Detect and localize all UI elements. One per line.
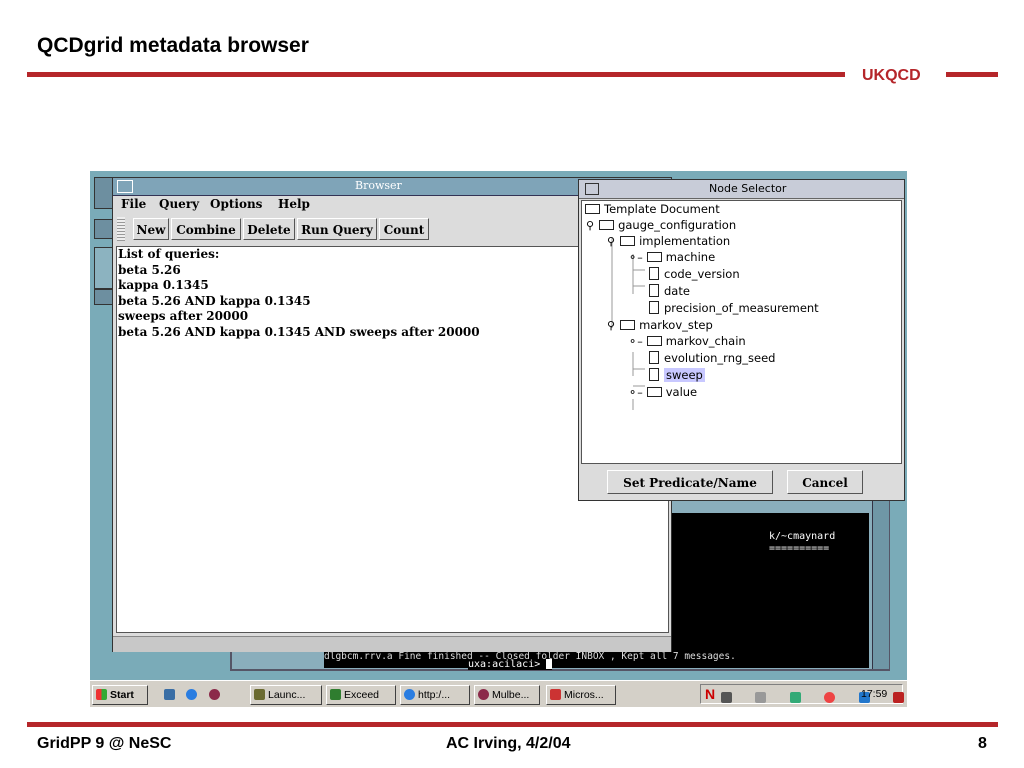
tree-node-implementation[interactable]: ⚲ implementation [607, 233, 730, 249]
run-query-button[interactable]: Run Query [297, 218, 377, 240]
node-selector-titlebar[interactable]: Node Selector [579, 180, 904, 199]
folder-icon [599, 219, 615, 230]
document-icon [649, 284, 659, 297]
folder-icon [585, 203, 600, 214]
window-menu-button[interactable] [585, 183, 599, 195]
collapse-handle-icon[interactable]: ⚬– [628, 386, 643, 399]
desktop-edge-widgets [94, 177, 114, 307]
mulberry-icon[interactable] [208, 689, 220, 701]
tree-node-sweep[interactable]: sweep [649, 367, 705, 383]
tree-node-date[interactable]: date [649, 283, 690, 299]
tree-node-root[interactable]: Template Document [585, 201, 720, 217]
taskbar-item-http[interactable]: http:/... [400, 685, 470, 705]
expand-handle-icon[interactable]: ⚲ [586, 219, 594, 232]
pen-icon[interactable] [893, 692, 905, 704]
expand-handle-icon[interactable]: ⚲ [607, 235, 615, 248]
folder-icon [620, 235, 636, 246]
taskbar-item-launch[interactable]: Launc... [250, 685, 322, 705]
folder-icon [620, 319, 636, 330]
terminal-user-line: k/~cmaynard [769, 531, 836, 542]
antivirus-icon[interactable] [824, 692, 836, 704]
exceed-icon [330, 688, 341, 700]
collapse-handle-icon[interactable]: ⚬– [628, 335, 643, 348]
footer-left: GridPP 9 @ NeSC [37, 735, 172, 752]
launch-icon [254, 688, 265, 700]
taskbar-clock[interactable]: 17:59 [861, 687, 887, 701]
tree-node-markov-step[interactable]: ⚲ markov_step [607, 317, 713, 333]
node-selector-title: Node Selector [709, 182, 787, 195]
terminal-underline: ========== [769, 543, 830, 554]
document-icon [649, 368, 659, 381]
norton-icon[interactable]: N [705, 686, 715, 702]
taskbar: Start Launc... Exceed http:/... Mulbe...… [90, 680, 907, 707]
slide-title: QCDgrid metadata browser [37, 34, 309, 57]
expand-handle-icon[interactable]: ⚲ [607, 319, 615, 332]
count-button[interactable]: Count [379, 218, 429, 240]
menu-query[interactable]: Query [159, 196, 199, 213]
combine-button[interactable]: Combine [171, 218, 241, 240]
window-menu-button[interactable] [117, 180, 133, 193]
network-icon[interactable] [721, 692, 732, 704]
brand-label: UKQCD [862, 67, 921, 84]
new-button[interactable]: New [133, 218, 169, 240]
document-icon [649, 351, 659, 364]
toolbar-grip[interactable] [117, 217, 125, 241]
header-rule-left [27, 72, 845, 77]
powerpoint-icon [550, 688, 561, 700]
start-button[interactable]: Start [92, 685, 148, 705]
folder-icon [646, 251, 662, 262]
desktop-icon[interactable] [164, 689, 175, 701]
desktop-screenshot: k/~cmaynard ========== dlgbcm.rrv.a Fine… [90, 171, 907, 707]
terminal-prompt[interactable]: uxa:acilaci> [468, 659, 553, 670]
folder-icon [646, 335, 662, 346]
mulberry-icon [478, 688, 489, 700]
system-tray: N 17:59 [700, 684, 905, 704]
cancel-button[interactable]: Cancel [787, 470, 863, 494]
tree-node-precision-of-measurement[interactable]: precision_of_measurement [649, 300, 819, 316]
node-selector-button-bar: Set Predicate/Name Cancel [581, 466, 902, 498]
page-number: 8 [978, 735, 987, 752]
selected-node-label: sweep [664, 368, 705, 382]
taskbar-item-mulberry[interactable]: Mulbe... [474, 685, 540, 705]
tree-node-value[interactable]: ⚬– value [628, 384, 697, 400]
footer-rule [27, 722, 998, 727]
menu-help[interactable]: Help [278, 196, 310, 213]
delete-button[interactable]: Delete [243, 218, 295, 240]
document-icon [649, 267, 659, 280]
node-tree[interactable]: Template Document ⚲ gauge_configuration ⚲… [581, 200, 902, 464]
node-selector-window[interactable]: Node Selector Template Document ⚲ gauge_c… [578, 179, 905, 501]
cursor [546, 659, 553, 669]
tree-node-code-version[interactable]: code_version [649, 266, 740, 282]
terminal-scrollbar[interactable] [872, 493, 889, 669]
collapse-handle-icon[interactable]: ⚬– [628, 251, 643, 264]
menu-file[interactable]: File [121, 196, 146, 213]
quick-launch [156, 687, 236, 703]
document-icon [649, 301, 659, 314]
header-rule-right [946, 72, 998, 77]
internet-explorer-icon[interactable] [186, 689, 198, 701]
browser-status-strip [113, 636, 671, 652]
taskbar-item-microsoft[interactable]: Micros... [546, 685, 616, 705]
footer-center: AC Irving, 4/2/04 [446, 735, 571, 752]
set-predicate-button[interactable]: Set Predicate/Name [607, 470, 773, 494]
tree-node-machine[interactable]: ⚬– machine [628, 249, 715, 265]
tree-node-gauge-configuration[interactable]: ⚲ gauge_configuration [586, 217, 736, 233]
taskbar-item-exceed[interactable]: Exceed [326, 685, 396, 705]
tree-node-markov-chain[interactable]: ⚬– markov_chain [628, 333, 746, 349]
display-icon[interactable] [789, 692, 801, 704]
volume-icon[interactable] [755, 692, 767, 704]
browser-title: Browser [355, 179, 402, 192]
tree-node-evolution-rng-seed[interactable]: evolution_rng_seed [649, 350, 776, 366]
folder-icon [646, 386, 662, 397]
browser-icon [404, 688, 415, 700]
windows-logo-icon [96, 688, 107, 700]
menu-options[interactable]: Options [210, 196, 262, 213]
